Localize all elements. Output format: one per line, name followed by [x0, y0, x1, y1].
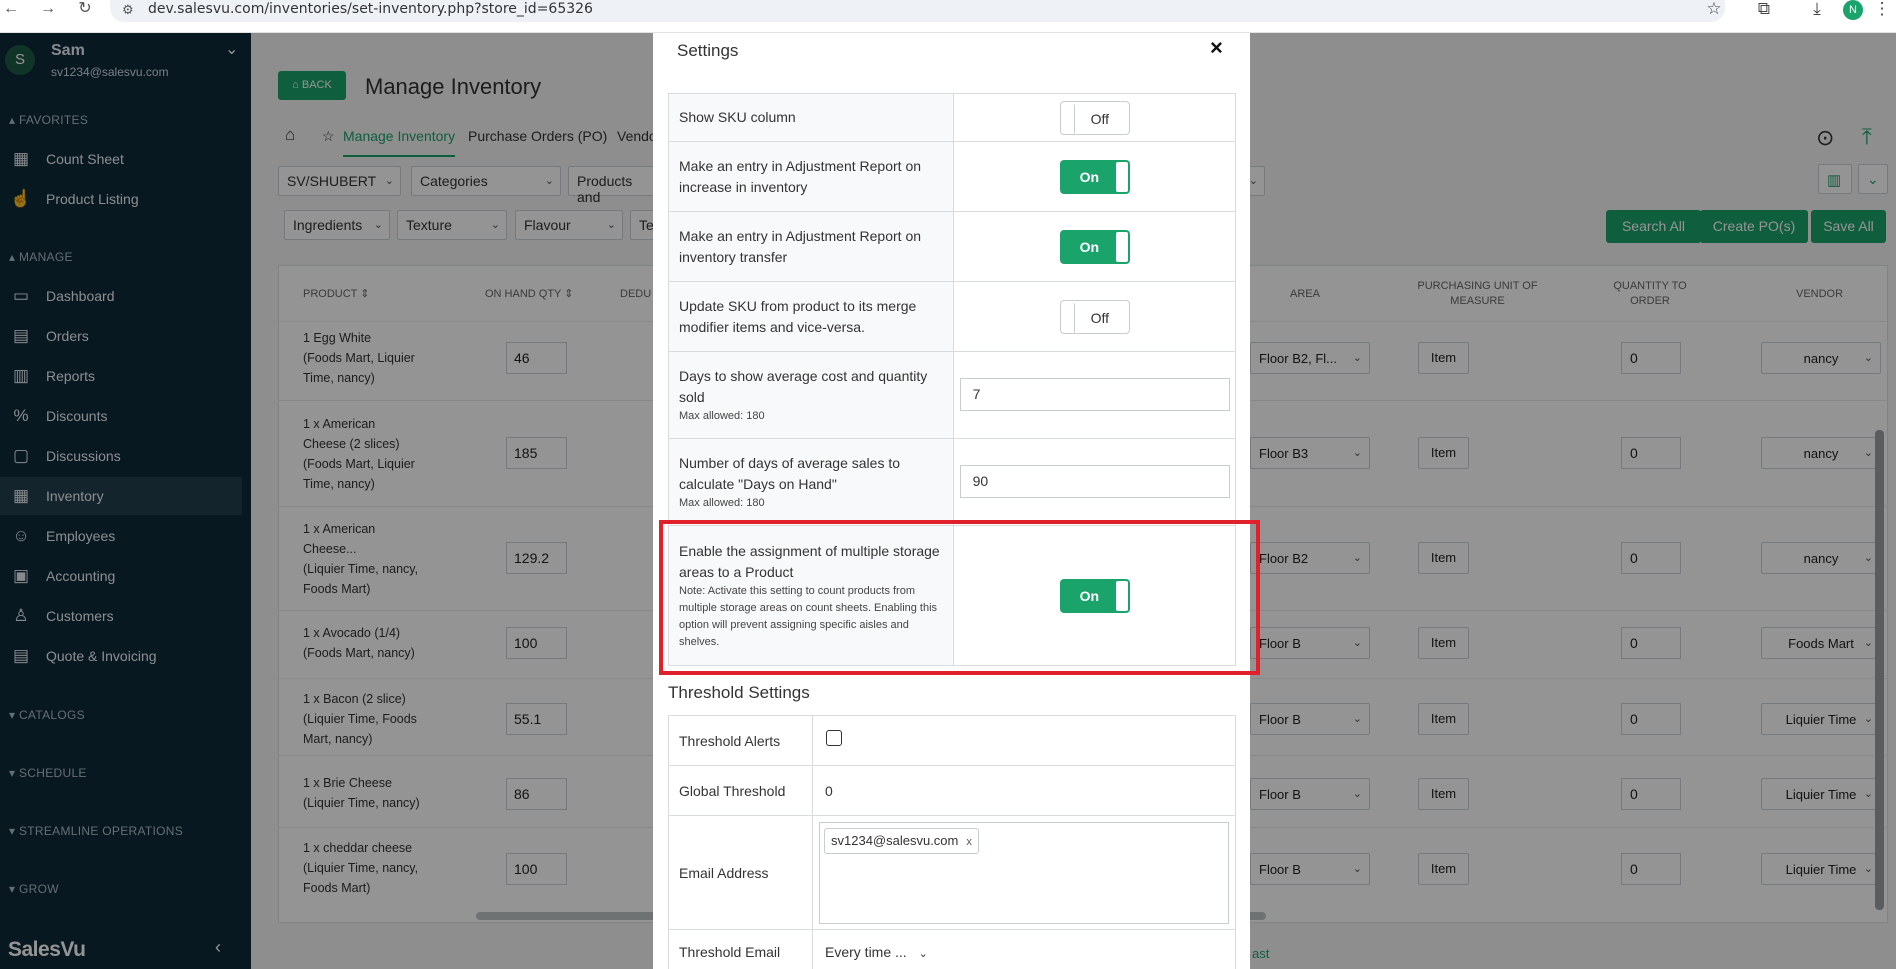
setting-value: Off — [952, 93, 1237, 142]
email-chip: sv1234@salesvu.com x — [824, 828, 979, 854]
remove-email-icon[interactable]: x — [966, 836, 972, 848]
days-on-hand-input[interactable]: 90 — [959, 465, 1230, 498]
address-url: dev.salesvu.com/inventories/set-inventor… — [148, 1, 593, 17]
threshold-alerts-label: Threshold Alerts — [668, 715, 813, 766]
setting-value: On — [952, 211, 1237, 282]
chevron-down-icon: ⌄ — [918, 947, 928, 960]
setting-note: Max allowed: 180 — [679, 409, 765, 422]
setting-row: Make an entry in Adjustment Report on in… — [668, 211, 1237, 282]
threshold-row: Global Threshold 0 — [668, 765, 1236, 816]
toggle-knob — [1115, 232, 1128, 262]
update-sku-toggle[interactable]: Off — [1059, 300, 1130, 334]
setting-row: Number of days of average sales to calcu… — [668, 438, 1237, 526]
adjustment-transfer-toggle[interactable]: On — [1059, 230, 1130, 264]
bookmark-star-icon[interactable]: ☆ — [1702, 0, 1726, 18]
global-threshold-value: 0 — [812, 765, 1236, 816]
toggle-knob — [1115, 162, 1128, 192]
setting-label-cell: Days to show average cost and quantity s… — [668, 351, 954, 439]
setting-label: Make an entry in Adjustment Report on in… — [668, 141, 954, 212]
toggle-knob — [1062, 303, 1075, 333]
threshold-email-label: Threshold Email — [668, 929, 813, 969]
browser-toolbar: ← → ↻ ⚙ dev.salesvu.com/inventories/set-… — [0, 0, 1896, 33]
setting-label: Number of days of average sales to calcu… — [679, 454, 901, 492]
setting-row: Make an entry in Adjustment Report on in… — [668, 141, 1237, 212]
setting-value: On — [952, 141, 1237, 212]
show-sku-toggle[interactable]: Off — [1059, 101, 1130, 135]
address-bar[interactable]: ⚙ dev.salesvu.com/inventories/set-invent… — [110, 0, 1725, 22]
email-chip-text: sv1234@salesvu.com — [831, 833, 959, 848]
toggle-label: Off — [1090, 111, 1110, 127]
setting-label: Update SKU from product to its merge mod… — [668, 281, 954, 352]
email-address-input[interactable]: sv1234@salesvu.com x — [819, 822, 1229, 924]
setting-value: 7 — [952, 351, 1237, 439]
avg-cost-days-input[interactable]: 7 — [959, 378, 1230, 411]
threshold-settings-title: Threshold Settings — [668, 683, 810, 702]
threshold-alerts-cell — [812, 715, 1236, 766]
download-icon[interactable]: ⤓ — [1805, 0, 1829, 18]
toggle-label: On — [1079, 169, 1100, 185]
setting-note: Max allowed: 180 — [679, 496, 765, 509]
setting-value: 90 — [952, 438, 1237, 526]
browser-back-icon[interactable]: ← — [0, 0, 22, 20]
setting-row: Days to show average cost and quantity s… — [668, 351, 1237, 439]
browser-forward-icon[interactable]: → — [37, 0, 59, 20]
threshold-alerts-checkbox[interactable] — [826, 730, 842, 746]
setting-row: Show SKU column Off — [668, 93, 1237, 142]
global-threshold-label: Global Threshold — [668, 765, 813, 816]
adjustment-increase-toggle[interactable]: On — [1059, 160, 1130, 194]
settings-modal: Settings × Show SKU column Off Make an e… — [653, 33, 1250, 969]
modal-title: Settings — [677, 41, 739, 60]
setting-value: Off — [952, 281, 1237, 352]
highlight-box — [659, 520, 1260, 675]
close-icon[interactable]: × — [1210, 35, 1223, 61]
toggle-knob — [1062, 104, 1075, 134]
setting-label: Show SKU column — [668, 93, 954, 142]
threshold-email-value: Every time ... — [825, 943, 907, 960]
setting-label: Days to show average cost and quantity s… — [679, 367, 928, 405]
threshold-row: Email Address sv1234@salesvu.com x — [668, 815, 1236, 930]
setting-label-cell: Number of days of average sales to calcu… — [668, 438, 954, 526]
browser-menu-icon[interactable]: ⋮ — [1870, 0, 1894, 18]
threshold-row: Threshold Email Every time ... ⌄ — [668, 929, 1236, 969]
browser-profile-avatar[interactable]: N — [1843, 0, 1863, 20]
browser-reload-icon[interactable]: ↻ — [74, 0, 96, 20]
site-info-icon[interactable]: ⚙ — [122, 2, 134, 18]
setting-row: Update SKU from product to its merge mod… — [668, 281, 1237, 352]
email-address-label: Email Address — [668, 815, 813, 930]
email-address-cell: sv1234@salesvu.com x — [812, 815, 1236, 930]
setting-label: Make an entry in Adjustment Report on in… — [668, 211, 954, 282]
toggle-label: Off — [1090, 310, 1110, 326]
threshold-row: Threshold Alerts — [668, 715, 1236, 766]
threshold-email-select[interactable]: Every time ... ⌄ — [812, 929, 1236, 969]
threshold-table: Threshold Alerts Global Threshold 0 Emai… — [668, 715, 1236, 969]
extensions-icon[interactable]: ⧉ — [1752, 0, 1776, 18]
toggle-label: On — [1079, 239, 1100, 255]
